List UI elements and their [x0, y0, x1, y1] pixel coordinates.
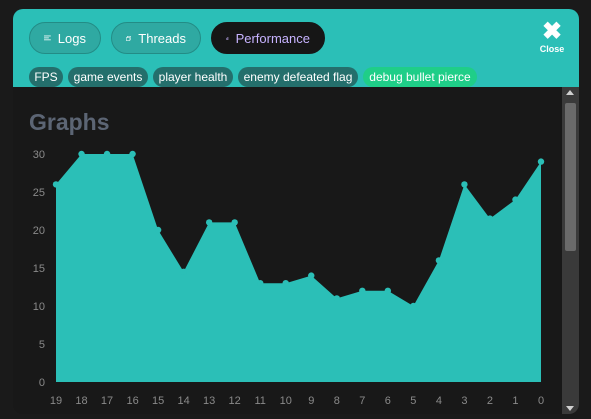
data-point	[359, 287, 366, 294]
graphs-panel: Graphs 0 5 10 15 20 25 30 19 18 17 16 15 14 13 12 11 10 9…	[13, 87, 579, 414]
x-tick-label: 14	[178, 395, 190, 407]
scroll-up-icon[interactable]	[566, 90, 574, 95]
chip-game-events[interactable]: game events	[68, 67, 148, 87]
x-tick-label: 18	[75, 395, 87, 407]
data-point	[308, 272, 315, 279]
y-tick-label: 15	[33, 263, 45, 275]
data-point	[333, 295, 340, 302]
y-tick-label: 5	[39, 339, 45, 351]
x-tick-label: 15	[152, 395, 164, 407]
data-point	[435, 257, 443, 264]
x-tick-label: 3	[461, 395, 467, 407]
performance-chart: 05101520253019 18 17 16 15 14 13 12 11 10 9 8 7 6 5 4 3 2…	[33, 149, 545, 407]
x-tick-label: 0	[538, 395, 544, 407]
scrollbar[interactable]	[562, 87, 579, 414]
x-tick-label: 17	[101, 395, 113, 407]
data-point	[537, 158, 545, 165]
data-point	[154, 226, 162, 234]
close-button[interactable]: ✖ Close	[535, 18, 569, 55]
tab-logs-label: Logs	[57, 30, 86, 46]
scrollbar-thumb[interactable]	[565, 103, 576, 251]
x-tick-label: 4	[436, 395, 442, 407]
close-label: Close	[539, 44, 565, 54]
x-tick-label: 5	[410, 395, 416, 407]
chip-player-health[interactable]: player health	[153, 67, 233, 87]
windows-icon	[126, 35, 132, 41]
scroll-down-icon[interactable]	[566, 406, 574, 411]
x-tick-label: 1	[512, 395, 518, 407]
y-tick-label: 10	[33, 301, 45, 313]
chip-fps[interactable]: FPS	[29, 67, 63, 87]
x-tick-label: 9	[308, 395, 314, 407]
tab-performance[interactable]: Performance	[211, 22, 325, 54]
x-tick-label: 7	[359, 395, 365, 407]
data-point	[282, 280, 289, 287]
data-point	[257, 280, 264, 287]
tab-logs[interactable]: Logs	[29, 22, 101, 54]
y-tick-label: 25	[33, 187, 45, 199]
chip-debug-bullet-pierce[interactable]: debug bullet pierce	[363, 67, 477, 87]
data-point	[78, 150, 85, 158]
tab-performance-label: Performance	[235, 30, 310, 46]
y-tick-label: 30	[33, 149, 45, 161]
data-point	[231, 219, 238, 226]
tab-threads-label: Threads	[138, 30, 186, 46]
tab-threads[interactable]: Threads	[111, 22, 201, 54]
close-icon: ✖	[541, 18, 563, 45]
data-point	[180, 268, 187, 275]
data-point	[486, 215, 494, 222]
x-tick-label: 13	[203, 395, 215, 407]
list-icon	[44, 35, 51, 41]
data-point	[52, 181, 60, 188]
series-area	[56, 154, 541, 382]
x-tick-label: 16	[126, 395, 138, 407]
x-tick-label: 11	[254, 395, 265, 407]
chip-enemy-defeated-flag[interactable]: enemy defeated flag	[238, 67, 358, 87]
data-point	[205, 219, 213, 226]
y-tick-label: 20	[33, 225, 45, 237]
x-tick-label: 10	[280, 395, 292, 407]
x-tick-label: 2	[487, 395, 493, 407]
performance-window: Logs Threads Performance ✖ Close FPS gam…	[13, 9, 579, 414]
data-point	[512, 196, 519, 203]
data-point	[461, 181, 468, 188]
data-point	[103, 150, 111, 158]
x-tick-label: 8	[334, 395, 340, 407]
x-tick-label: 12	[229, 395, 241, 407]
data-point	[384, 287, 392, 294]
x-tick-label: 6	[385, 395, 391, 407]
x-tick-label: 19	[50, 395, 62, 407]
bar-chart-icon	[226, 36, 229, 40]
metric-chips: FPS game events player health enemy defe…	[13, 67, 579, 87]
data-point	[129, 150, 136, 158]
y-tick-label: 0	[39, 377, 45, 389]
data-point	[410, 302, 417, 310]
